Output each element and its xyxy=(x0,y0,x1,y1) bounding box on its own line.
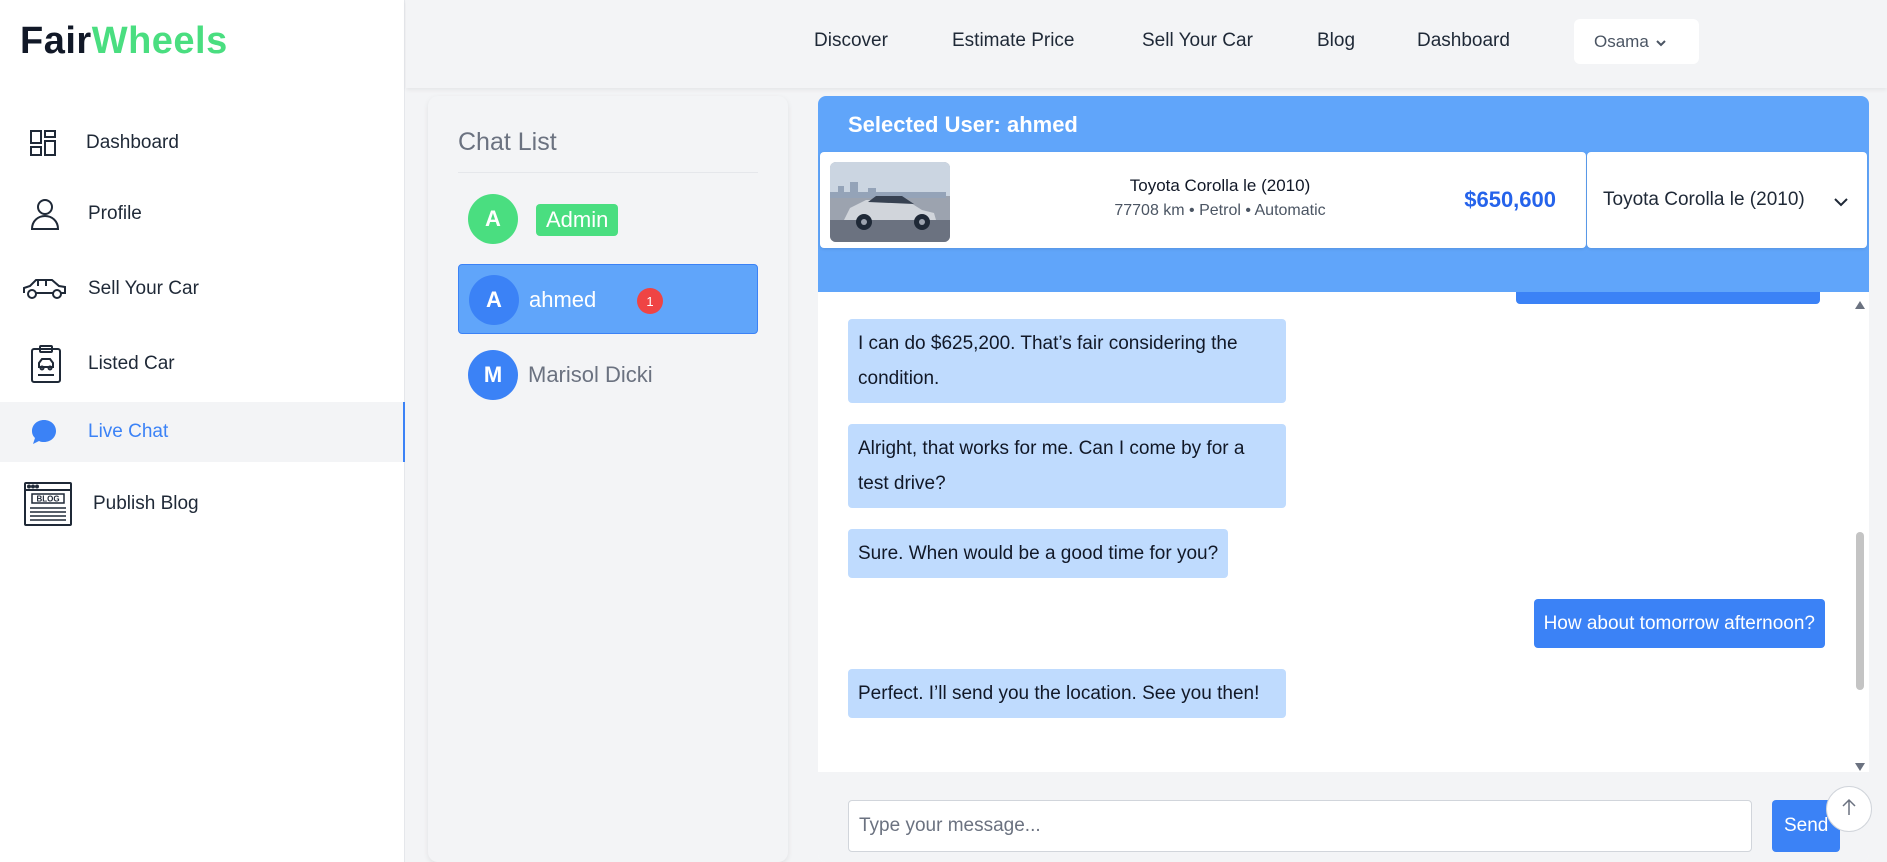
divider xyxy=(458,172,758,173)
sidebar-item-label: Live Chat xyxy=(88,421,169,442)
nav-link-blog[interactable]: Blog xyxy=(1317,30,1355,52)
avatar: A xyxy=(469,275,519,325)
car-info-card[interactable]: Toyota Corolla le (2010) 77708 km • Petr… xyxy=(820,152,1586,248)
sidebar-item-publish-blog[interactable]: BLOG Publish Blog xyxy=(0,474,405,534)
sidebar-item-sell-your-car[interactable]: Sell Your Car xyxy=(0,259,405,319)
nav-link-discover[interactable]: Discover xyxy=(814,30,888,52)
sidebar-item-profile[interactable]: Profile xyxy=(0,184,405,244)
brand-logo[interactable]: FairWheels xyxy=(20,20,228,63)
arrow-up-icon xyxy=(1841,798,1857,821)
sidebar-item-label: Sell Your Car xyxy=(88,278,199,299)
user-name: Osama xyxy=(1594,31,1649,51)
chat-bubble-icon xyxy=(30,418,58,446)
nav-link-estimate-price[interactable]: Estimate Price xyxy=(952,30,1074,52)
scroll-thumb[interactable] xyxy=(1856,532,1864,690)
nav-link-sell-your-car[interactable]: Sell Your Car xyxy=(1142,30,1253,52)
chat-item-marisol-dicki[interactable]: M Marisol Dicki xyxy=(458,340,758,410)
blog-icon: BLOG xyxy=(24,482,72,526)
chat-item-name: Admin xyxy=(536,204,619,236)
chat-item-name: Marisol Dicki xyxy=(528,362,653,387)
chat-list-title: Chat List xyxy=(458,128,557,156)
chat-list-panel: Chat List A Admin A ahmed 1 M Marisol Di… xyxy=(428,96,788,862)
message-composer: Send xyxy=(818,772,1869,862)
car-price: $650,600 xyxy=(1464,187,1556,212)
car-icon xyxy=(22,277,68,301)
svg-text:BLOG: BLOG xyxy=(36,495,59,504)
message-bubble: Perfect. I’ll send you the location. See… xyxy=(848,669,1286,718)
message-scrollbar[interactable] xyxy=(1851,292,1869,772)
sidebar-item-listed-car[interactable]: Listed Car xyxy=(0,334,405,394)
chevron-down-icon xyxy=(1833,192,1849,214)
sidebar-item-dashboard[interactable]: Dashboard xyxy=(0,113,405,173)
clipboard-car-icon xyxy=(30,345,62,383)
unread-badge: 1 xyxy=(637,288,663,314)
avatar: A xyxy=(468,194,518,244)
message-list: I can do $625,200. That’s fair consideri… xyxy=(818,292,1851,772)
nav-link-dashboard[interactable]: Dashboard xyxy=(1417,30,1510,52)
message-bubble: I can do $625,200. That’s fair consideri… xyxy=(848,319,1286,403)
message-bubble-partial xyxy=(1516,292,1820,304)
chat-item-ahmed[interactable]: A ahmed 1 xyxy=(458,264,758,334)
sidebar-item-label: Dashboard xyxy=(86,132,179,153)
message-bubble: Alright, that works for me. Can I come b… xyxy=(848,424,1286,508)
sidebar-item-label: Listed Car xyxy=(88,353,175,374)
user-menu-dropdown[interactable]: Osama xyxy=(1574,19,1699,64)
brand-logo-part2: Wheels xyxy=(91,20,228,62)
message-input[interactable] xyxy=(848,800,1752,852)
chat-panel: Selected User: ahmed Toyota Corolla le (… xyxy=(818,96,1869,862)
scroll-to-top-button[interactable] xyxy=(1826,786,1872,832)
scroll-up-arrow-icon[interactable] xyxy=(1855,296,1865,314)
dashboard-grid-icon xyxy=(30,130,56,156)
brand-logo-part1: Fair xyxy=(20,20,92,62)
chat-item-admin[interactable]: A Admin xyxy=(458,184,758,254)
chevron-down-icon xyxy=(1655,34,1667,54)
sidebar: FairWheels Dashboard Profile Sell Your C… xyxy=(0,0,405,862)
avatar: M xyxy=(468,350,518,400)
car-select-dropdown[interactable]: Toyota Corolla le (2010) xyxy=(1587,152,1867,248)
car-select-value: Toyota Corolla le (2010) xyxy=(1603,189,1805,210)
sidebar-item-label: Publish Blog xyxy=(93,493,199,514)
chat-item-name: ahmed xyxy=(529,287,597,312)
selected-user-title: Selected User: ahmed xyxy=(848,112,1078,137)
sidebar-item-live-chat[interactable]: Live Chat xyxy=(0,402,405,462)
sidebar-item-label: Profile xyxy=(88,203,142,224)
message-bubble: Sure. When would be a good time for you? xyxy=(848,529,1229,578)
message-bubble: How about tomorrow afternoon? xyxy=(1533,599,1825,648)
user-icon xyxy=(30,198,60,230)
